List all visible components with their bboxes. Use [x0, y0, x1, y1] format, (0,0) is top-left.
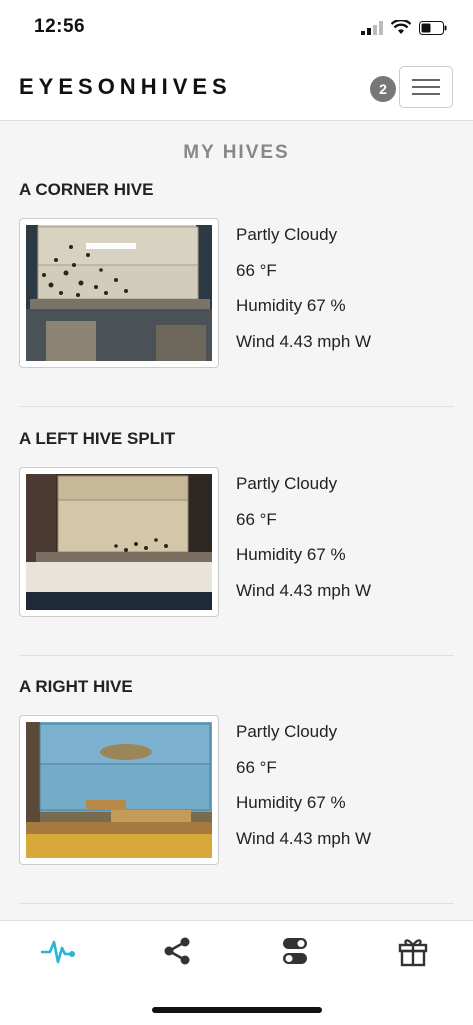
battery-icon: [419, 20, 447, 35]
menu-button[interactable]: [399, 66, 453, 108]
brand-logo[interactable]: EYESONHIVES: [19, 74, 232, 100]
weather-condition: Partly Cloudy: [236, 474, 338, 493]
tab-gift[interactable]: [388, 931, 438, 971]
weather-humidity: Humidity 67 %: [236, 296, 346, 315]
hamburger-icon: [412, 79, 440, 81]
tab-settings[interactable]: [270, 931, 320, 971]
activity-icon: [41, 940, 75, 964]
weather-humidity: Humidity 67 %: [236, 793, 346, 812]
tab-activity[interactable]: [34, 931, 84, 971]
signal-icon: [361, 20, 383, 35]
divider: [19, 655, 454, 656]
divider: [19, 903, 454, 904]
page-title: MY HIVES: [183, 142, 290, 163]
hive-card[interactable]: A LEFT HIVE SPLIT Partly Cloudy 66 °F Hu…: [0, 429, 473, 677]
home-indicator: [152, 1007, 322, 1013]
hive-image: [26, 225, 212, 361]
weather-wind: Wind 4.43 mph W: [236, 331, 372, 351]
weather-wind: Wind 4.43 mph W: [236, 828, 372, 848]
weather-info: Partly Cloudy 66 °F Humidity 67 % Wind 4…: [236, 721, 371, 863]
divider: [19, 406, 454, 407]
hive-image: [26, 722, 212, 858]
status-icons: [361, 20, 447, 35]
hive-name[interactable]: A LEFT HIVE SPLIT: [19, 429, 175, 449]
notification-badge[interactable]: 2: [370, 76, 396, 102]
weather-info: Partly Cloudy 66 °F Humidity 67 % Wind 4…: [236, 473, 371, 615]
hive-image: [26, 474, 212, 610]
weather-wind: Wind 4.43 mph W: [236, 580, 372, 600]
toggles-icon: [283, 938, 307, 964]
hive-photo[interactable]: [19, 715, 219, 865]
hive-photo[interactable]: [19, 467, 219, 617]
hive-card[interactable]: A RIGHT HIVE Partly Cloudy 66 °F Humidit…: [0, 677, 473, 925]
weather-temperature: 66 °F: [236, 509, 277, 529]
gift-icon: [398, 939, 428, 967]
weather-info: Partly Cloudy 66 °F Humidity 67 % Wind 4…: [236, 224, 371, 366]
status-time: 12:56: [34, 16, 86, 37]
hive-card[interactable]: A CORNER HIVE Partly Cloudy 66 °F Humidi…: [0, 180, 473, 428]
weather-condition: Partly Cloudy: [236, 225, 338, 244]
tab-share[interactable]: [152, 931, 202, 971]
hive-name[interactable]: A RIGHT HIVE: [19, 677, 133, 697]
status-bar: 12:56: [0, 0, 473, 56]
weather-condition: Partly Cloudy: [236, 722, 338, 741]
hive-photo[interactable]: [19, 218, 219, 368]
weather-temperature: 66 °F: [236, 260, 277, 280]
share-icon: [164, 937, 190, 965]
weather-humidity: Humidity 67 %: [236, 545, 346, 564]
app-header: EYESONHIVES 2: [0, 56, 473, 121]
weather-temperature: 66 °F: [236, 757, 277, 777]
hive-name[interactable]: A CORNER HIVE: [19, 180, 153, 200]
wifi-icon: [391, 20, 411, 34]
